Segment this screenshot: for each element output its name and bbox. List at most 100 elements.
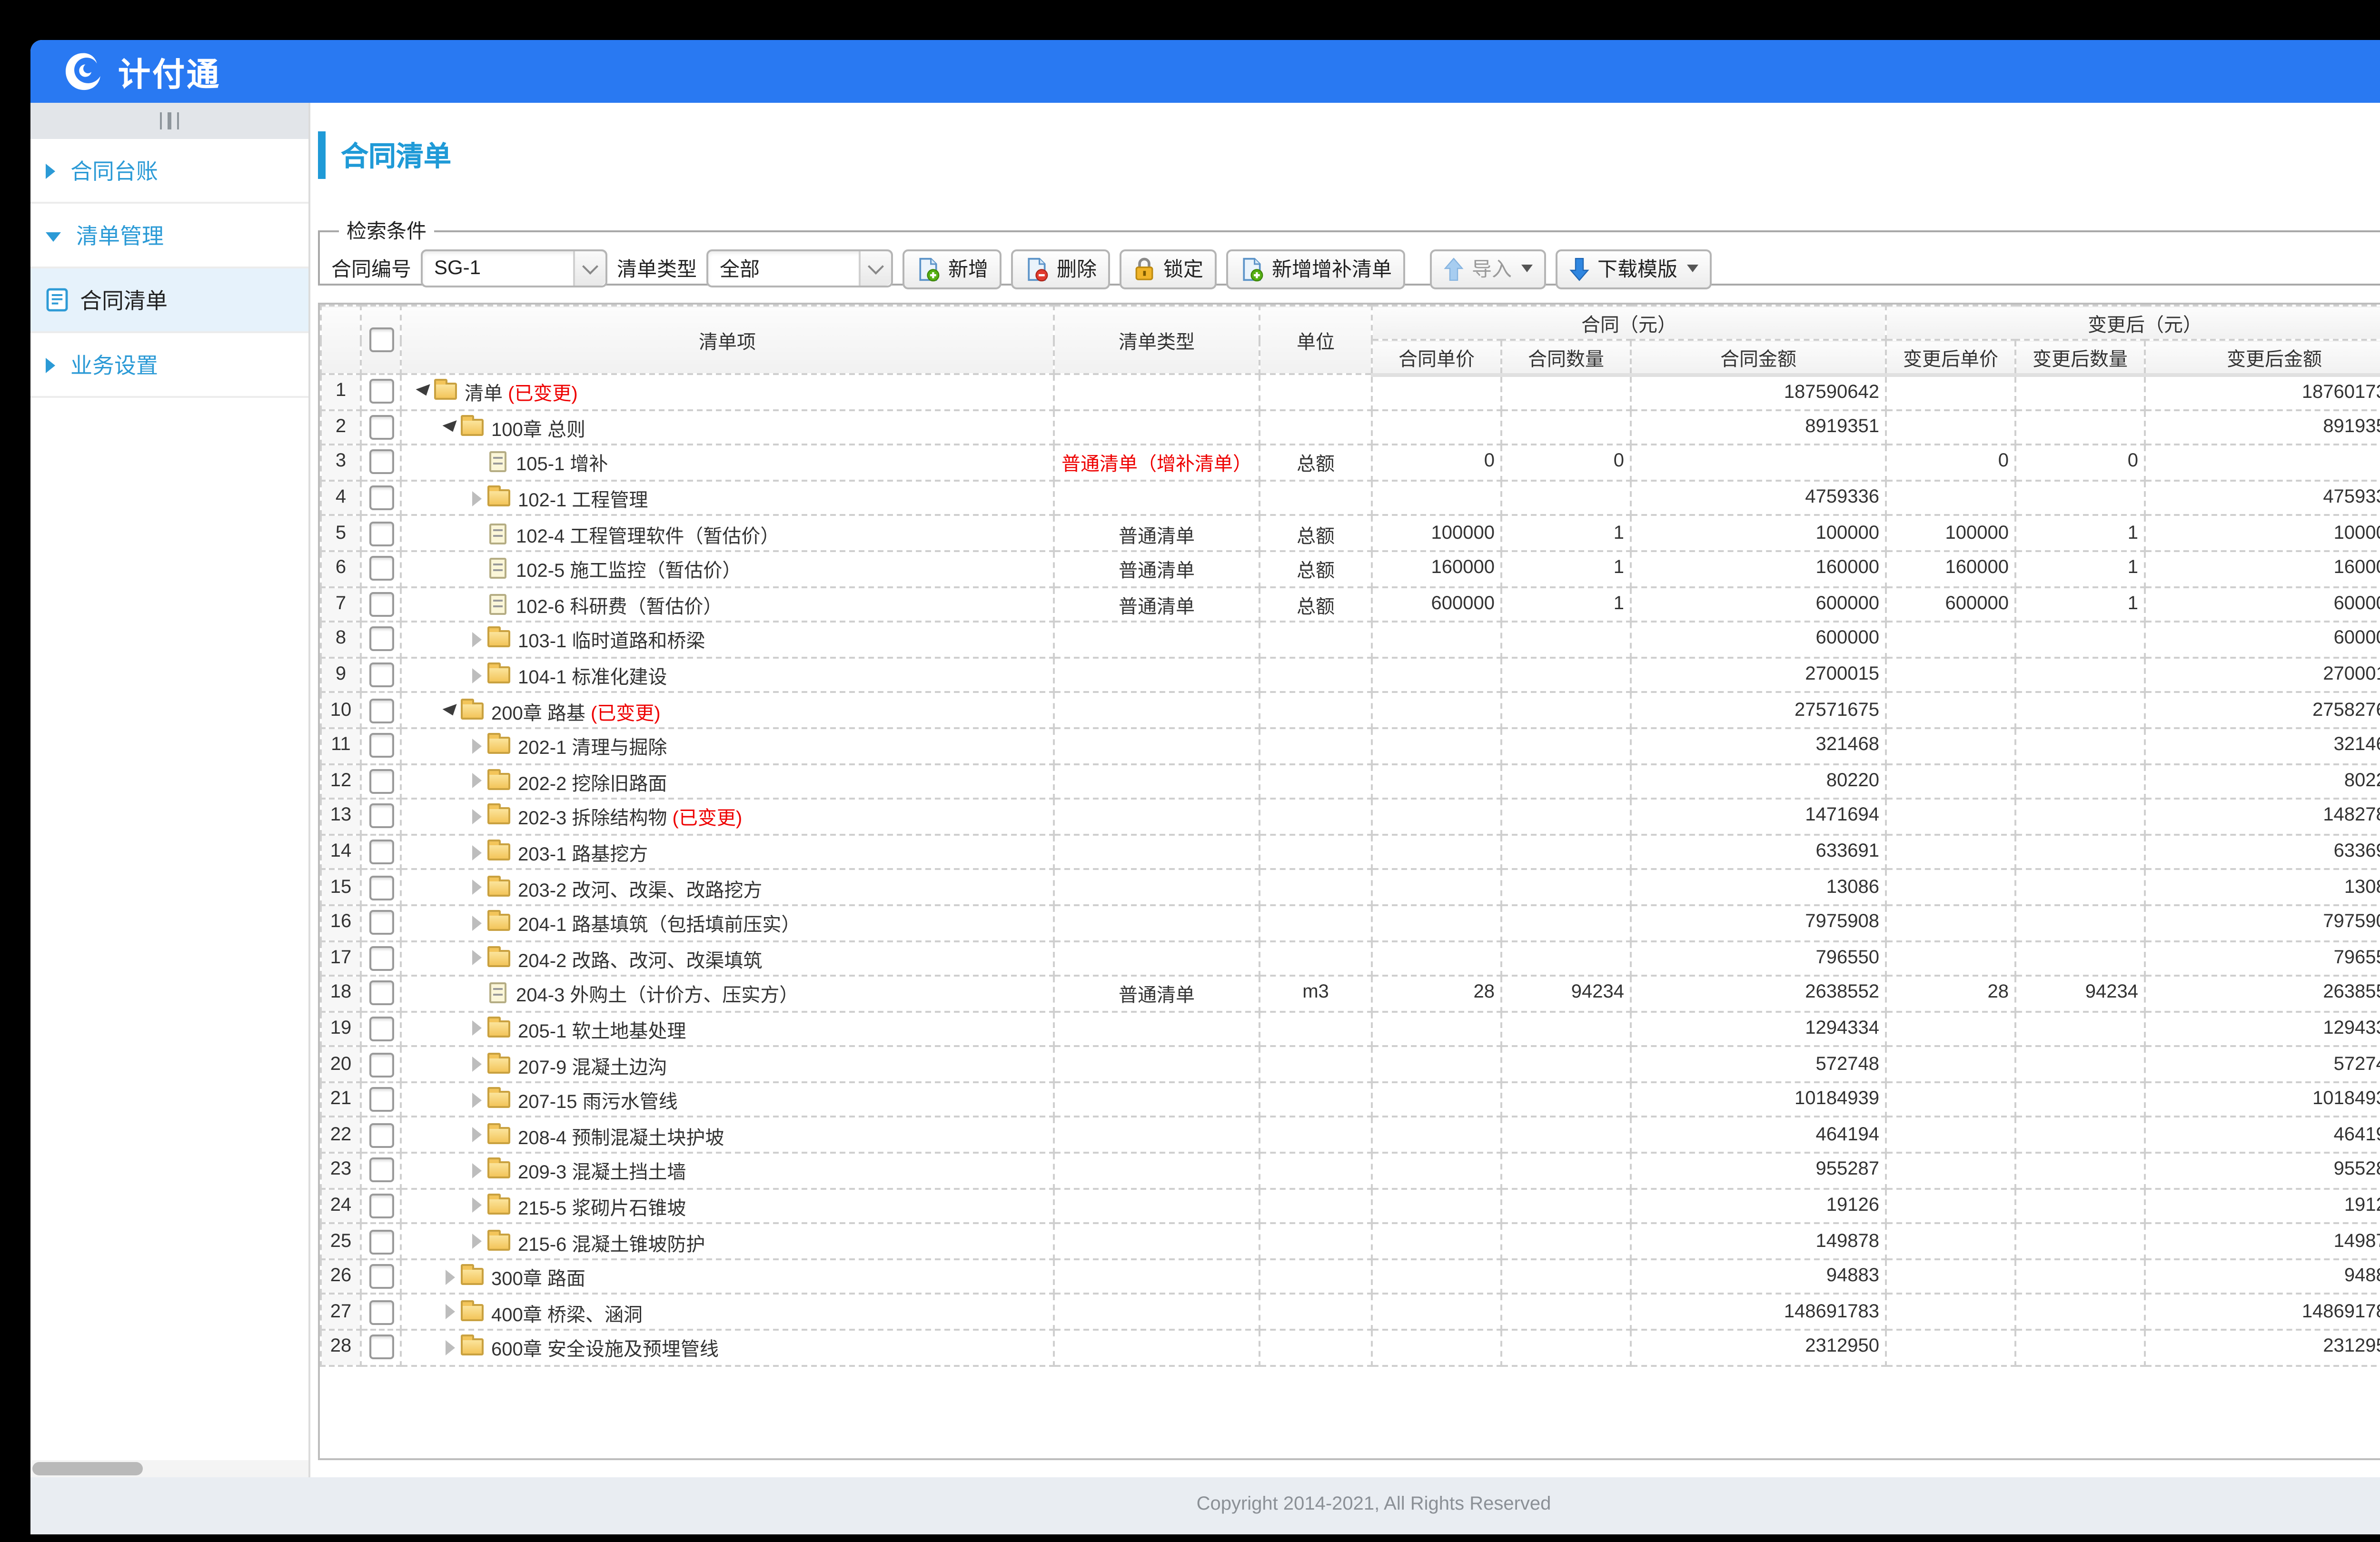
row-checkbox[interactable] bbox=[368, 769, 393, 793]
list-item-name[interactable]: 400章 桥梁、涵洞 bbox=[491, 1298, 643, 1326]
tree-expand-arrow-icon[interactable] bbox=[468, 1198, 486, 1214]
tree-collapse-arrow-icon[interactable] bbox=[442, 706, 459, 715]
list-type-select[interactable]: 全部 bbox=[706, 249, 893, 287]
tree-expand-arrow-icon[interactable] bbox=[442, 1305, 459, 1320]
row-checkbox[interactable] bbox=[368, 1265, 393, 1289]
list-item-name[interactable]: 208-4 预制混凝土块护坡 bbox=[518, 1121, 724, 1149]
list-item-name[interactable]: 200章 路基 bbox=[491, 696, 585, 725]
row-checkbox[interactable] bbox=[368, 1158, 393, 1183]
row-checkbox[interactable] bbox=[368, 981, 393, 1006]
row-checkbox[interactable] bbox=[368, 415, 393, 440]
list-item-name[interactable]: 209-3 混凝土挡土墙 bbox=[518, 1156, 686, 1185]
list-item-name[interactable]: 204-3 外购土（计价方、压实方） bbox=[516, 979, 798, 1008]
add-supplementary-list-button[interactable]: 新增增补清单 bbox=[1226, 248, 1405, 288]
table-row: 4102-1 工程管理47593364759336未固化 bbox=[321, 480, 2380, 515]
tree-expand-arrow-icon[interactable] bbox=[468, 880, 486, 895]
row-checkbox[interactable] bbox=[368, 450, 393, 475]
list-item-name[interactable]: 203-2 改河、改渠、改路挖方 bbox=[518, 873, 762, 901]
sidebar-item-contract-list[interactable]: 合同清单 bbox=[30, 268, 308, 333]
list-item-name[interactable]: 205-1 软土地基处理 bbox=[518, 1015, 686, 1043]
delete-button[interactable]: 删除 bbox=[1011, 248, 1110, 288]
row-checkbox[interactable] bbox=[368, 1229, 393, 1254]
list-item-name[interactable]: 600章 安全设施及预埋管线 bbox=[491, 1333, 719, 1362]
lock-button[interactable]: 锁定 bbox=[1120, 248, 1217, 288]
tree-expand-arrow-icon[interactable] bbox=[468, 632, 486, 647]
list-item-name[interactable]: 清单 bbox=[465, 377, 503, 406]
list-item-name[interactable]: 300章 路面 bbox=[491, 1263, 585, 1291]
download-template-button[interactable]: 下载模版 bbox=[1556, 248, 1712, 288]
list-item-name[interactable]: 105-1 增补 bbox=[516, 448, 608, 477]
list-item-name[interactable]: 204-1 路基填筑（包括填前压实） bbox=[518, 909, 800, 937]
list-item-name[interactable]: 215-5 浆砌片石锥坡 bbox=[518, 1192, 686, 1220]
contract-qty bbox=[1501, 1330, 1631, 1365]
row-checkbox[interactable] bbox=[368, 592, 393, 616]
row-checkbox[interactable] bbox=[368, 1300, 393, 1325]
sidebar-scrollbar-thumb[interactable] bbox=[32, 1462, 143, 1475]
row-checkbox[interactable] bbox=[368, 1194, 393, 1218]
list-item-name[interactable]: 102-6 科研费（暂估价） bbox=[516, 590, 722, 618]
list-item-name[interactable]: 104-1 标准化建设 bbox=[518, 661, 667, 689]
row-checkbox[interactable] bbox=[368, 946, 393, 970]
row-checkbox[interactable] bbox=[368, 662, 393, 687]
tree-expand-arrow-icon[interactable] bbox=[468, 738, 486, 753]
list-item-name[interactable]: 207-9 混凝土边沟 bbox=[518, 1050, 667, 1078]
tree-collapse-arrow-icon[interactable] bbox=[442, 423, 459, 432]
list-item-name[interactable]: 203-1 路基挖方 bbox=[518, 838, 648, 866]
list-item-name[interactable]: 207-15 雨污水管线 bbox=[518, 1086, 678, 1114]
list-item-name[interactable]: 102-4 工程管理软件（暂估价） bbox=[516, 519, 779, 548]
sidebar-collapse-handle[interactable] bbox=[30, 103, 308, 139]
tree-expand-arrow-icon[interactable] bbox=[442, 1269, 459, 1285]
tree-expand-arrow-icon[interactable] bbox=[468, 1092, 486, 1107]
list-item-name[interactable]: 100章 总则 bbox=[491, 413, 585, 442]
row-checkbox[interactable] bbox=[368, 1123, 393, 1147]
contract-number-select[interactable]: SG-1 bbox=[421, 249, 607, 287]
row-checkbox[interactable] bbox=[368, 910, 393, 935]
contract-unit-price bbox=[1372, 1295, 1501, 1330]
sidebar-item-business-settings[interactable]: 业务设置 bbox=[30, 333, 308, 398]
tree-expand-arrow-icon[interactable] bbox=[468, 1234, 486, 1249]
row-checkbox[interactable] bbox=[368, 733, 393, 758]
col-header-contract-amount: 合同金额 bbox=[1631, 340, 1886, 374]
row-checkbox[interactable] bbox=[368, 840, 393, 864]
row-number: 24 bbox=[321, 1188, 361, 1224]
row-checkbox[interactable] bbox=[368, 485, 393, 510]
tree-expand-arrow-icon[interactable] bbox=[468, 915, 486, 930]
row-checkbox[interactable] bbox=[368, 1017, 393, 1041]
tree-expand-arrow-icon[interactable] bbox=[468, 1021, 486, 1037]
change-qty bbox=[2015, 374, 2145, 409]
list-item-name[interactable]: 215-6 混凝土锥坡防护 bbox=[518, 1227, 705, 1255]
row-checkbox[interactable] bbox=[368, 698, 393, 723]
tree-collapse-arrow-icon[interactable] bbox=[415, 387, 432, 396]
list-item-name[interactable]: 102-5 施工监控（暂估价） bbox=[516, 554, 741, 583]
tree-expand-arrow-icon[interactable] bbox=[468, 950, 486, 966]
tree-expand-arrow-icon[interactable] bbox=[468, 1127, 486, 1143]
list-item-name[interactable]: 204-2 改路、改河、改渠填筑 bbox=[518, 944, 762, 972]
tree-expand-arrow-icon[interactable] bbox=[468, 1163, 486, 1178]
row-checkbox[interactable] bbox=[368, 875, 393, 900]
tree-expand-arrow-icon[interactable] bbox=[442, 1340, 459, 1355]
tree-expand-arrow-icon[interactable] bbox=[468, 773, 486, 789]
row-checkbox[interactable] bbox=[368, 379, 393, 404]
tree-expand-arrow-icon[interactable] bbox=[468, 667, 486, 682]
row-checkbox[interactable] bbox=[368, 627, 393, 652]
list-item-name[interactable]: 202-1 清理与掘除 bbox=[518, 731, 667, 760]
row-checkbox[interactable] bbox=[368, 804, 393, 829]
list-item-name[interactable]: 103-1 临时道路和桥梁 bbox=[518, 625, 705, 654]
sidebar-item-list-management[interactable]: 清单管理 bbox=[30, 204, 308, 268]
row-checkbox[interactable] bbox=[368, 1335, 393, 1360]
row-checkbox[interactable] bbox=[368, 1087, 393, 1112]
list-item-name[interactable]: 202-2 挖除旧路面 bbox=[518, 767, 667, 795]
add-button[interactable]: 新增 bbox=[902, 248, 1002, 288]
tree-expand-arrow-icon[interactable] bbox=[468, 1057, 486, 1072]
tree-expand-arrow-icon[interactable] bbox=[468, 490, 486, 505]
sidebar-item-contract-ledger[interactable]: 合同台账 bbox=[30, 139, 308, 204]
list-item-name[interactable]: 202-3 拆除结构物 bbox=[518, 802, 667, 831]
row-checkbox[interactable] bbox=[368, 556, 393, 581]
select-all-checkbox[interactable] bbox=[368, 327, 393, 352]
row-checkbox[interactable] bbox=[368, 1052, 393, 1077]
tree-expand-arrow-icon[interactable] bbox=[468, 844, 486, 860]
list-item-name[interactable]: 102-1 工程管理 bbox=[518, 484, 648, 512]
import-button[interactable]: 导入 bbox=[1430, 248, 1546, 288]
row-checkbox[interactable] bbox=[368, 521, 393, 546]
tree-expand-arrow-icon[interactable] bbox=[468, 809, 486, 824]
